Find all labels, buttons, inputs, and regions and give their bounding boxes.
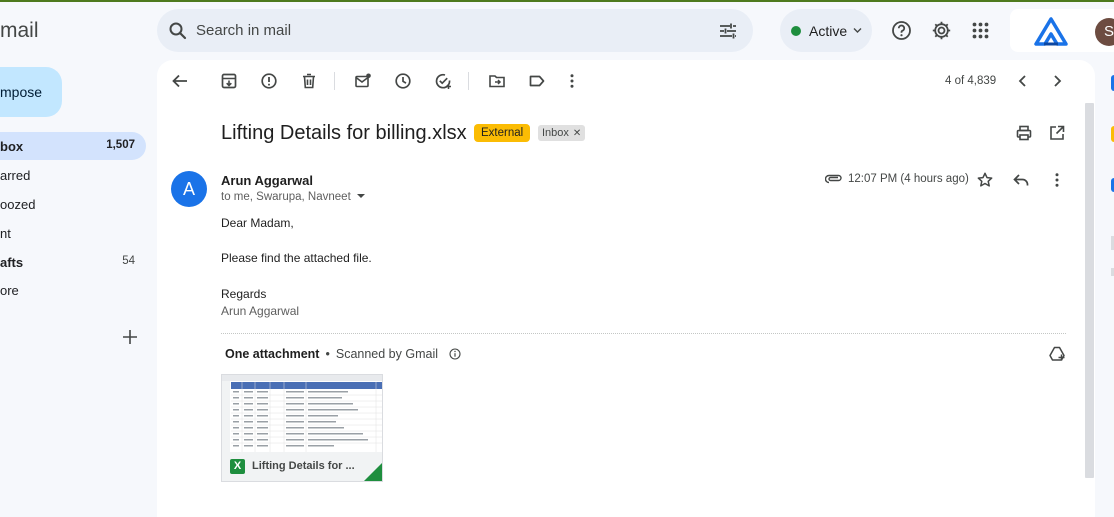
sidebar-item-starred[interactable]: arred [0,161,146,189]
email-body-closing: Regards [221,287,267,301]
search-bar[interactable]: Search in mail [157,9,753,52]
archive-icon[interactable] [220,72,238,90]
add-to-tasks-icon[interactable] [434,72,452,90]
mark-unread-icon[interactable] [354,72,372,90]
file-type-corner-icon [364,463,382,481]
top-accent-line [0,0,1114,2]
toolbar-divider [334,72,335,90]
older-chevron-right-icon[interactable] [1048,72,1066,90]
recipients-dropdown-icon[interactable] [356,194,365,198]
sidebar-item-drafts[interactable]: afts 54 [0,248,146,276]
remove-label-icon[interactable]: ✕ [573,128,581,139]
attachments-divider [221,333,1066,334]
attachment-paperclip-icon [825,172,843,186]
sidebar-item-label: box [0,139,24,154]
message-panel: 4 of 4,839 Lifting Details for billing.x… [157,60,1095,517]
email-body-line: Please find the attached file. [221,251,372,265]
sidebar-item-count: 54 [122,255,135,267]
gmail-brand[interactable]: mail [0,19,39,43]
account-avatar[interactable]: S [1095,18,1114,46]
toolbar-divider [468,72,469,90]
help-icon[interactable] [891,20,912,41]
spreadsheet-preview-icon [222,375,382,452]
print-icon[interactable] [1015,124,1033,142]
search-icon[interactable] [168,21,188,41]
attachment-filename: Lifting Details for ... [252,460,355,472]
inbox-label-text: Inbox [542,127,569,139]
back-arrow-icon[interactable] [171,72,189,90]
email-signature: Arun Aggarwal [221,304,300,318]
sidebar-item-label: arred [0,168,31,183]
account-switcher[interactable]: S [1010,9,1114,52]
attachments-heading: One attachment • Scanned by Gmail [225,347,438,361]
sidebar-item-label: nt [0,226,11,241]
reply-icon[interactable] [1012,171,1030,189]
compose-label: mpose [0,84,43,100]
message-more-options-icon[interactable] [1048,171,1066,189]
sidebar-item-sent[interactable]: nt [0,219,146,247]
sidebar-item-more[interactable]: ore [0,276,146,304]
attachment-footer: X Lifting Details for ... [222,452,382,481]
info-icon[interactable] [449,348,461,360]
apps-grid-icon[interactable] [972,22,989,39]
scanned-note: Scanned by Gmail [335,347,438,361]
search-options-icon[interactable] [718,21,738,41]
sidebar-item-inbox[interactable]: box 1,507 [0,132,146,160]
sender-name[interactable]: Arun Aggarwal [221,173,313,188]
label-tag-icon[interactable] [528,72,546,90]
newer-chevron-left-icon[interactable] [1014,72,1032,90]
external-label-badge: External [474,124,531,142]
sidebar-item-label: afts [0,255,24,270]
sidebar-item-snoozed[interactable]: oozed [0,190,146,218]
settings-gear-icon[interactable] [931,20,952,41]
move-to-folder-icon[interactable] [488,72,506,90]
email-subject: Lifting Details for billing.xlsx [221,122,467,144]
scrollbar[interactable] [1085,103,1094,478]
star-icon[interactable] [976,171,994,189]
report-spam-icon[interactable] [260,72,278,90]
sent-time: 12:07 PM (4 hours ago) [848,173,969,185]
add-to-drive-icon[interactable] [1048,345,1066,363]
organization-logo-icon [1034,17,1068,47]
email-body-greeting: Dear Madam, [221,216,294,230]
more-options-icon[interactable] [563,72,581,90]
delete-trash-icon[interactable] [300,72,318,90]
status-label: Active [809,23,848,39]
compose-button[interactable]: mpose [0,67,62,117]
create-label-icon[interactable] [121,328,139,346]
recipients-summary[interactable]: to me, Swarupa, Navneet [221,191,365,203]
recipients-text: to me, Swarupa, Navneet [221,191,351,203]
sender-avatar[interactable]: A [171,171,207,207]
chevron-down-icon [853,27,862,34]
status-dot [791,26,801,36]
sidebar-item-count: 1,507 [106,139,135,151]
pagination-count: 4 of 4,839 [945,75,997,87]
search-input[interactable]: Search in mail [196,22,291,39]
sidebar-item-label: ore [0,283,19,298]
attachments-count: One attachment [225,347,320,361]
snooze-clock-icon[interactable] [394,72,412,90]
excel-file-icon: X [230,459,245,474]
open-new-window-icon[interactable] [1048,124,1066,142]
sidebar-item-label: oozed [0,197,36,212]
inbox-label-chip[interactable]: Inbox ✕ [538,125,586,141]
status-selector[interactable]: Active [780,9,872,52]
attachment-card[interactable]: X Lifting Details for ... [221,374,383,482]
